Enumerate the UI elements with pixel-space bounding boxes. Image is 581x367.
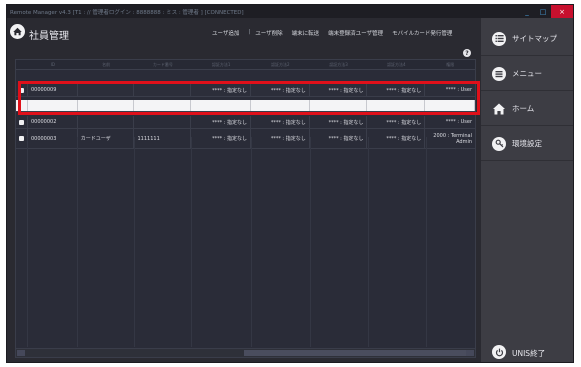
close-button[interactable]: ×	[551, 5, 573, 18]
cell-id[interactable]	[28, 100, 78, 111]
sitemap-list-icon	[492, 31, 506, 46]
column-header[interactable]	[16, 60, 28, 69]
cell-auth1: **** : 指定なし	[191, 129, 251, 148]
sidebar-item-sitemap[interactable]: サイトマップ	[481, 22, 573, 56]
title-bar: Remote Manager v4.3 [T1 : // 管理者ログイン : 8…	[7, 5, 573, 18]
delete-user-link[interactable]: ユーザ削除	[255, 29, 282, 37]
cell-name: カードユーザ	[78, 129, 135, 148]
window-controls: _ □ ×	[519, 5, 573, 18]
column-header[interactable]: ID	[28, 60, 78, 69]
sidebar-item-home[interactable]: ホーム	[481, 92, 573, 126]
cell-card[interactable]	[134, 100, 192, 111]
scroll-thumb[interactable]	[244, 350, 466, 356]
cell-auth3: **** : 指定なし	[310, 129, 368, 148]
sidebar-item-label: サイトマップ	[512, 34, 557, 43]
cell-auth3[interactable]	[310, 100, 368, 111]
sidebar: サイトマップ メニュー ホーム 環境設定 UNIS終了	[481, 18, 573, 362]
cell-auth1: **** : 指定なし	[191, 84, 251, 96]
empty-grid	[16, 137, 475, 347]
mobile-card-issue-link[interactable]: モバイルカード発行管理	[392, 29, 452, 37]
checkbox-box[interactable]	[18, 119, 24, 125]
home-icon[interactable]	[10, 24, 25, 39]
horizontal-scrollbar[interactable]	[16, 348, 475, 357]
power-icon	[492, 345, 506, 359]
help-icon[interactable]: ?	[463, 49, 471, 57]
cell-role: **** : User	[445, 87, 472, 93]
checkbox-box[interactable]	[18, 87, 24, 93]
page-header: 社員管理 ユーザ追加 | ユーザ削除 端末に転送 端末登録済ユーザ管理 モバイル…	[7, 18, 481, 48]
cell-auth4: **** : 指定なし	[367, 116, 426, 128]
cell-auth4: **** : 指定なし	[367, 129, 426, 148]
sidebar-item-label: メニュー	[512, 69, 542, 78]
transfer-to-terminal-link[interactable]: 端末に転送	[292, 29, 320, 37]
cell-auth3: **** : 指定なし	[310, 116, 368, 128]
sidebar-item-label: 環境設定	[512, 139, 542, 148]
cell-auth2: **** : 指定なし	[251, 84, 310, 96]
registered-user-management-link[interactable]: 端末登録済ユーザ管理	[328, 29, 383, 37]
cell-auth2: **** : 指定なし	[251, 129, 310, 148]
cell-role: **** : User	[445, 119, 472, 125]
cell-auth3: **** : 指定なし	[310, 84, 368, 96]
cell-card: 1111111	[134, 129, 192, 148]
cell-card	[134, 84, 192, 96]
table-row[interactable]: 00000002 **** : 指定なし **** : 指定なし **** : …	[16, 116, 475, 129]
window-title: Remote Manager v4.3 [T1 : // 管理者ログイン : 8…	[10, 9, 244, 16]
cell-id: 00000002	[28, 116, 78, 128]
cell-auth2[interactable]	[251, 100, 310, 111]
column-header[interactable]: 認証方法2	[251, 60, 310, 69]
page-title: 社員管理	[29, 31, 69, 42]
cell-role[interactable]	[425, 100, 475, 111]
column-header[interactable]: 認証方法1	[191, 60, 251, 69]
column-header[interactable]: 認証方法3	[310, 60, 368, 69]
cell-auth2: **** : 指定なし	[251, 116, 310, 128]
row-checkbox[interactable]	[16, 84, 28, 96]
menu-icon	[492, 66, 506, 81]
table-header: ID 名前 カード番号 認証方法1 認証方法2 認証方法3 認証方法4 権限	[16, 60, 475, 70]
column-header[interactable]: 権限	[425, 60, 475, 69]
table-row[interactable]: 00000009 **** : 指定なし **** : 指定なし **** : …	[16, 84, 475, 97]
user-table: ID 名前 カード番号 認証方法1 認証方法2 認証方法3 認証方法4 権限 0…	[15, 59, 476, 358]
row-checkbox[interactable]	[16, 100, 28, 111]
header-links: ユーザ追加 | ユーザ削除 端末に転送 端末登録済ユーザ管理 モバイルカード発行…	[212, 29, 461, 37]
sidebar-item-settings[interactable]: 環境設定	[481, 127, 573, 161]
exit-label: UNIS終了	[512, 349, 546, 358]
scroll-right-arrow[interactable]	[466, 350, 474, 356]
column-header[interactable]: 認証方法4	[367, 60, 425, 69]
minimize-button[interactable]: _	[519, 5, 535, 18]
link-separator: |	[248, 29, 251, 35]
cell-id: 00000009	[28, 84, 78, 96]
row-checkbox[interactable]	[16, 129, 28, 148]
app-window: Remote Manager v4.3 [T1 : // 管理者ログイン : 8…	[6, 4, 574, 363]
checkbox-box[interactable]	[18, 136, 24, 141]
column-header[interactable]: カード番号	[134, 60, 191, 69]
cell-auth4[interactable]	[367, 100, 426, 111]
cell-role: 2000 : Terminal Admin	[425, 129, 475, 148]
cell-auth1[interactable]	[191, 100, 251, 111]
sidebar-item-menu[interactable]: メニュー	[481, 57, 573, 91]
cell-name	[78, 116, 135, 128]
table-row-editing[interactable]	[16, 100, 475, 112]
main-panel: 社員管理 ユーザ追加 | ユーザ削除 端末に転送 端末登録済ユーザ管理 モバイル…	[7, 18, 481, 362]
cell-id: 00000003	[28, 129, 78, 148]
cell-card	[134, 116, 192, 128]
row-checkbox[interactable]	[16, 116, 28, 128]
cell-auth4: **** : 指定なし	[367, 84, 426, 96]
cell-name[interactable]	[78, 100, 135, 111]
exit-button[interactable]: UNIS終了	[481, 342, 573, 362]
cell-role-text: 2000 : Terminal Admin	[433, 133, 472, 145]
column-header[interactable]: 名前	[78, 60, 135, 69]
role-line-2: Admin	[456, 138, 472, 145]
cell-name	[78, 84, 135, 96]
cell-auth1: **** : 指定なし	[191, 116, 251, 128]
home-icon	[492, 102, 506, 116]
scroll-left-arrow[interactable]	[17, 350, 25, 356]
table-row[interactable]: 00000003 カードユーザ 1111111 **** : 指定なし ****…	[16, 129, 475, 149]
add-user-link[interactable]: ユーザ追加	[212, 29, 239, 37]
settings-keys-icon	[492, 136, 506, 151]
sidebar-item-label: ホーム	[512, 104, 535, 113]
maximize-button[interactable]: □	[535, 5, 551, 18]
